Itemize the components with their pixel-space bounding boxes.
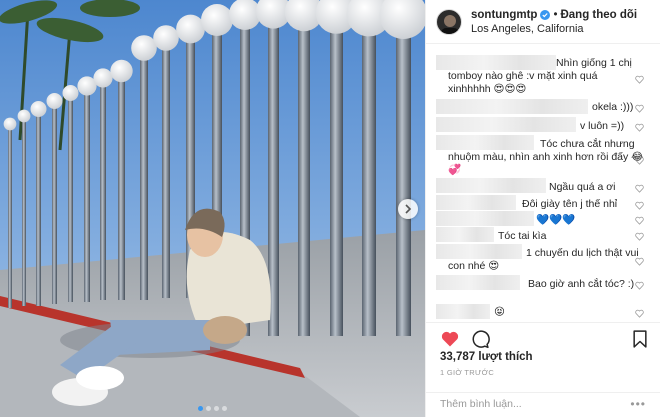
carousel-dot [206,406,211,411]
lamp-globe [62,85,79,101]
comment-bubble-icon[interactable] [470,329,490,349]
verified-badge-icon [540,9,551,20]
lamp-globe [131,35,157,61]
following-button[interactable]: Đang theo dõi [560,8,637,22]
lamp-post [84,92,90,302]
post-timestamp[interactable]: 1 GIỜ TRƯỚC [440,368,494,377]
lamp-post [52,106,57,304]
post-actions [426,322,660,352]
username-link[interactable]: sontungmtp [471,8,537,22]
comment-like-icon[interactable] [635,104,644,113]
comment-text: Nhìn giống 1 chị tomboy nào ghê :v mặt x… [448,57,632,95]
comment-text: Ngầu quá a ơi [549,181,616,193]
blurred-username [436,117,576,132]
carousel-dot [198,406,203,411]
post-header: sontungmtp • Đang theo dõi Los Angeles, … [426,0,660,44]
lamp-globe [93,68,113,88]
lamp-globe [176,14,205,44]
lamp-globe [46,93,63,109]
lamp-globe [3,117,17,131]
blurred-username [436,195,516,210]
bookmark-icon[interactable] [630,329,650,349]
location-link[interactable]: Los Angeles, California [471,22,637,36]
lamp-globe [17,109,31,123]
like-count[interactable]: 33,787 lượt thích [440,351,533,363]
heart-icon[interactable] [440,329,460,349]
lamp-post [362,28,376,336]
post-sidebar: sontungmtp • Đang theo dõi Los Angeles, … [425,0,660,417]
comment-like-icon[interactable] [635,184,644,193]
ellipsis-icon[interactable]: ••• [630,397,646,411]
lamp-globe [153,25,179,51]
carousel-indicator [0,406,425,411]
blurred-username [436,304,490,319]
comment-like-icon[interactable] [635,201,644,210]
lamp-post [100,84,106,300]
blurred-username [436,211,534,226]
separator-dot: • [553,8,558,21]
lamp-globe [110,59,133,83]
chevron-right-icon [405,204,412,214]
lamp-post [140,56,148,300]
lamp-globe [201,4,233,36]
comments-list: Nhìn giống 1 chị tomboy nào ghê :v mặt x… [426,45,660,322]
comment-text: Tóc tai kìa [498,230,547,242]
comment-text: Tóc chưa cắt nhưng nhuộm màu, nhìn anh x… [448,138,644,176]
lamp-globe [30,101,47,117]
lamp-post [36,114,41,306]
comment-like-icon[interactable] [635,281,644,290]
add-comment-bar: ••• [426,392,660,417]
comment-like-icon[interactable] [635,257,644,266]
lamp-post [330,26,343,336]
comment-text: 1 chuyến du lịch thật vui con nhé 😍 [448,247,639,272]
lamp-post [118,78,125,300]
comment-text: Đôi giày tên j thế nhỉ [522,198,618,210]
comment-like-icon[interactable] [635,123,644,132]
lamp-post [22,120,26,306]
carousel-dot [222,406,227,411]
carousel-dot [214,406,219,411]
comment-input[interactable] [440,398,630,410]
comment-like-icon[interactable] [635,232,644,241]
lamp-post [68,98,73,302]
lamp-post [298,24,310,336]
next-photo-button[interactable] [398,199,418,219]
comment-like-icon[interactable] [635,309,644,318]
blurred-username [436,99,588,114]
comment-like-icon[interactable] [635,156,644,165]
blurred-username [436,178,546,193]
comment-like-icon[interactable] [635,216,644,225]
comment-text: 💙💙💙 [536,214,576,226]
comment-text: Bao giờ anh cắt tóc? :) [528,278,635,290]
avatar[interactable] [436,8,462,35]
comment-like-icon[interactable] [635,75,644,84]
lamp-post [396,30,411,336]
comment-text: 😝 [494,306,505,318]
post-photo[interactable] [0,0,425,417]
blurred-username [436,227,494,242]
lamp-post [8,128,12,308]
street-lamps-photo [0,0,425,417]
lamp-post [162,46,170,298]
